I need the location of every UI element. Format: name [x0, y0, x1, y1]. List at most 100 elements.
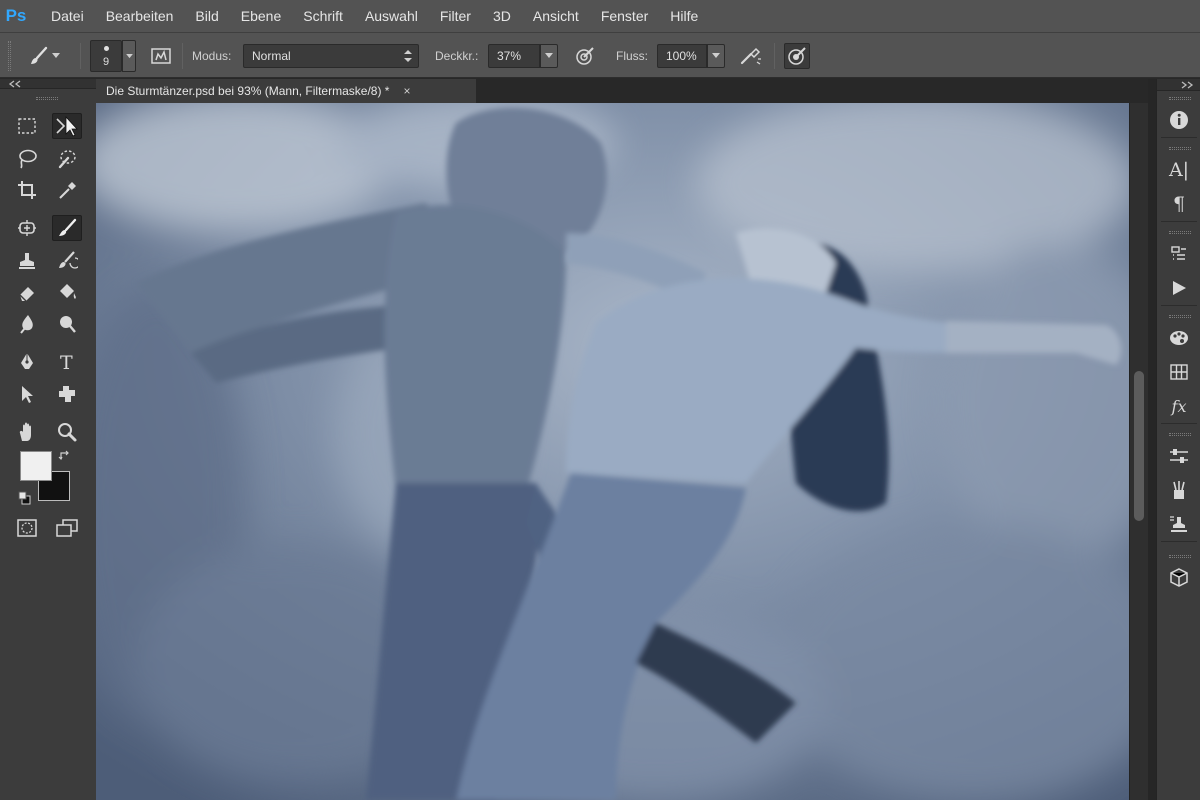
brush-picker[interactable]: 9	[90, 33, 136, 79]
stamp-icon[interactable]	[12, 247, 42, 273]
menu-hilfe[interactable]: Hilfe	[659, 0, 709, 32]
options-bar: 9 Modus: Normal Deckkr.: 37% Fluss: 100%	[0, 32, 1200, 78]
close-tab-icon[interactable]: ×	[403, 84, 410, 98]
dock-grip[interactable]	[1169, 433, 1191, 436]
document-tab-bar: Die Sturmtänzer.psd bei 93% (Mann, Filte…	[96, 79, 1156, 103]
info-icon[interactable]	[1161, 103, 1197, 137]
crop-icon[interactable]	[12, 177, 42, 203]
tools-grip[interactable]	[36, 97, 58, 100]
dock-grip[interactable]	[1169, 555, 1191, 558]
pressure-size-icon	[784, 43, 810, 69]
history-brush-icon[interactable]	[52, 247, 82, 273]
default-colors-icon[interactable]	[18, 491, 32, 510]
adjustments-icon[interactable]	[1161, 439, 1197, 473]
play-icon[interactable]	[1161, 271, 1197, 305]
bucket-icon[interactable]	[52, 279, 82, 305]
opacity-field[interactable]: 37%	[488, 33, 558, 79]
type-icon[interactable]: T	[52, 349, 82, 375]
options-grip[interactable]	[8, 41, 11, 71]
menu-bild[interactable]: Bild	[184, 0, 229, 32]
lasso-icon[interactable]	[12, 145, 42, 171]
path-select-icon[interactable]	[12, 381, 42, 407]
menu-bearbeiten[interactable]: Bearbeiten	[95, 0, 185, 32]
flow-field[interactable]: 100%	[657, 33, 725, 79]
quick-mask-icon[interactable]	[12, 515, 42, 541]
chevron-down-icon	[52, 53, 60, 58]
separator	[774, 43, 775, 69]
tools-panel: T	[0, 79, 96, 800]
brushes-icon[interactable]	[1161, 473, 1197, 507]
menu-datei[interactable]: Datei	[40, 0, 95, 32]
expand-icon[interactable]	[1180, 81, 1194, 89]
eraser-icon[interactable]	[12, 279, 42, 305]
brush-panel-toggle[interactable]	[148, 33, 174, 79]
color-icon[interactable]	[1161, 321, 1197, 355]
dock-group-info	[1161, 95, 1197, 138]
paragraph-icon[interactable]: ¶	[1161, 187, 1197, 221]
brush-preset-icon	[26, 43, 52, 69]
dock-grip[interactable]	[1169, 147, 1191, 150]
vertical-scrollbar[interactable]	[1129, 103, 1148, 800]
menu-fenster[interactable]: Fenster	[590, 0, 659, 32]
menu-schrift[interactable]: Schrift	[292, 0, 354, 32]
size-pressure-toggle[interactable]	[784, 33, 810, 79]
dock-grip[interactable]	[1169, 231, 1191, 234]
dock-group-actions	[1161, 229, 1197, 306]
opacity-pressure-toggle[interactable]	[572, 33, 598, 79]
swatches-icon[interactable]	[1161, 355, 1197, 389]
dock-header[interactable]	[1157, 79, 1200, 91]
menu-auswahl[interactable]: Auswahl	[354, 0, 429, 32]
swap-colors-icon[interactable]	[58, 449, 72, 468]
blur-icon[interactable]	[12, 311, 42, 337]
scrollbar-thumb[interactable]	[1134, 371, 1144, 521]
screen-mode-icon[interactable]	[52, 515, 82, 541]
dodge-icon[interactable]	[52, 311, 82, 337]
dock-group-adjust	[1161, 431, 1197, 542]
menu-3d[interactable]: 3D	[482, 0, 522, 32]
shape-icon[interactable]	[52, 381, 82, 407]
dock-group-type: A| ¶	[1161, 145, 1197, 222]
clone-source-icon[interactable]	[1161, 507, 1197, 541]
mode-select[interactable]: Normal	[243, 33, 419, 79]
spot-heal-icon[interactable]	[12, 215, 42, 241]
menu-ebene[interactable]: Ebene	[230, 0, 292, 32]
brush-picker-dropdown[interactable]	[122, 40, 136, 72]
tool-preset-picker[interactable]	[26, 33, 60, 79]
dock-group-3d	[1161, 553, 1197, 595]
artwork-image	[96, 103, 1129, 800]
brush-tip-dot	[104, 46, 109, 51]
move-icon[interactable]	[52, 113, 82, 139]
panel-dock: A| ¶ fx	[1156, 79, 1200, 800]
brush-icon[interactable]	[52, 215, 82, 241]
svg-text:T: T	[60, 352, 73, 373]
airbrush-icon	[738, 43, 764, 69]
tools-panel-header[interactable]	[0, 79, 96, 89]
document-canvas[interactable]	[96, 103, 1129, 800]
brush-tip-preview: 9	[90, 40, 122, 72]
zoom-icon[interactable]	[52, 419, 82, 445]
opacity-dropdown[interactable]	[540, 44, 558, 68]
3d-icon[interactable]	[1161, 561, 1197, 595]
flow-dropdown[interactable]	[707, 44, 725, 68]
character-icon[interactable]: A|	[1161, 153, 1197, 187]
separator	[182, 43, 183, 69]
collapse-icon[interactable]	[8, 80, 22, 88]
eyedropper-icon[interactable]	[52, 177, 82, 203]
menu-filter[interactable]: Filter	[429, 0, 482, 32]
styles-icon[interactable]: fx	[1161, 389, 1197, 423]
document-tab-title: Die Sturmtänzer.psd bei 93% (Mann, Filte…	[106, 84, 390, 98]
airbrush-toggle[interactable]	[738, 33, 764, 79]
dock-grip[interactable]	[1169, 315, 1191, 318]
dock-grip[interactable]	[1169, 97, 1191, 100]
opacity-value: 37%	[497, 49, 522, 63]
pen-icon[interactable]	[12, 349, 42, 375]
document-tab[interactable]: Die Sturmtänzer.psd bei 93% (Mann, Filte…	[96, 79, 476, 103]
menu-ansicht[interactable]: Ansicht	[522, 0, 590, 32]
photoshop-logo: Ps	[5, 6, 27, 25]
foreground-color-swatch[interactable]	[20, 451, 52, 481]
rect-marquee-icon[interactable]	[12, 113, 42, 139]
separator	[80, 43, 81, 69]
actions-icon[interactable]	[1161, 237, 1197, 271]
quick-select-icon[interactable]	[52, 145, 82, 171]
hand-icon[interactable]	[12, 419, 42, 445]
